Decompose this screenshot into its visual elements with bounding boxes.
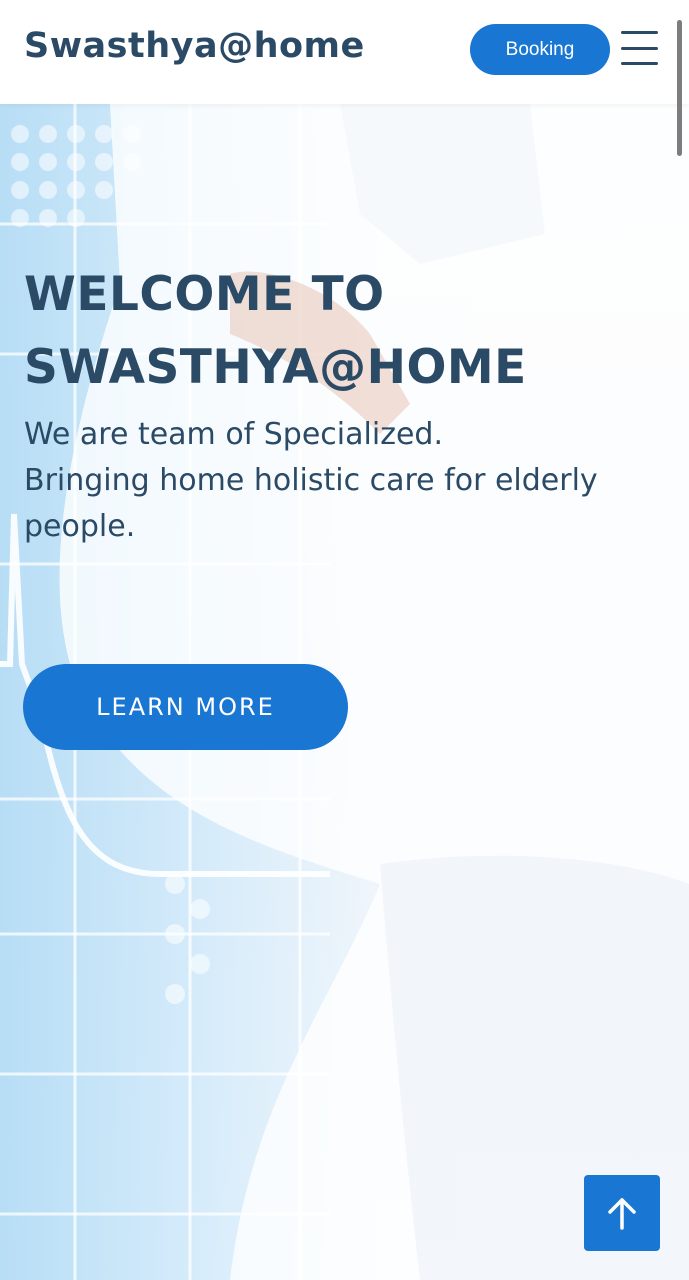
arrow-up-icon [608, 1198, 636, 1230]
page: Swasthya@home Booking WELCOME TO SWASTHY… [0, 0, 689, 1280]
menu-bar [621, 46, 658, 50]
hamburger-menu-icon[interactable] [621, 31, 658, 65]
menu-bar [621, 62, 658, 65]
menu-bar [621, 31, 658, 34]
hero-subtitle: We are team of Specialized. Bringing hom… [24, 417, 598, 544]
back-to-top-button[interactable] [584, 1175, 660, 1251]
learn-more-button[interactable]: LEARN MORE [23, 664, 348, 750]
site-header: Swasthya@home Booking [0, 0, 689, 104]
booking-button[interactable]: Booking [470, 24, 610, 75]
hero-title: WELCOME TO SWASTHYA@HOME [24, 267, 527, 395]
scrollbar[interactable] [677, 20, 682, 156]
site-logo[interactable]: Swasthya@home [24, 26, 365, 66]
